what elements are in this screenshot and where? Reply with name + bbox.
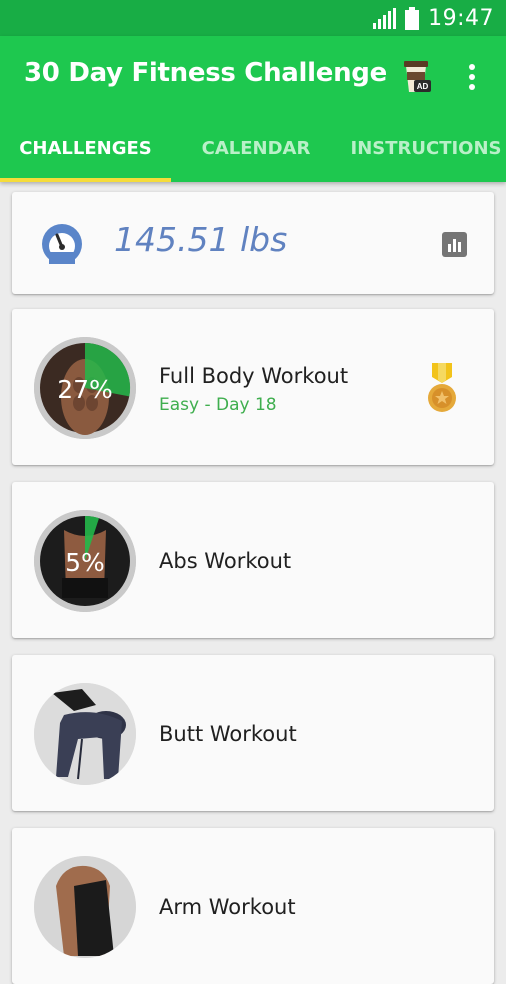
workout-thumbnail [34, 683, 136, 785]
workout-card-abs[interactable]: 5% Abs Workout [12, 482, 494, 638]
tab-challenges[interactable]: CHALLENGES [0, 128, 171, 182]
workout-thumbnail: 27% [34, 337, 136, 439]
gold-medal-icon [428, 363, 456, 412]
app-title: 30 Day Fitness Challenge [24, 58, 387, 88]
status-icons: 19:47 [372, 6, 494, 31]
workout-name: Arm Workout [159, 895, 296, 919]
more-vert-icon[interactable] [460, 62, 484, 92]
progress-ring: 5% [34, 510, 136, 612]
ad-coffee-icon[interactable]: AD [401, 58, 431, 94]
status-time: 19:47 [428, 6, 494, 31]
workout-name: Abs Workout [159, 549, 292, 573]
app-bar: 30 Day Fitness Challenge AD CHALLENGES C… [0, 36, 506, 182]
progress-ring: 27% [34, 337, 136, 439]
signal-icon [373, 7, 397, 29]
workout-photo [34, 856, 136, 958]
battery-icon [405, 6, 420, 30]
tab-indicator [0, 178, 171, 182]
workout-photo [34, 683, 136, 785]
workout-card-butt[interactable]: Butt Workout [12, 655, 494, 811]
progress-label: 27% [57, 375, 113, 404]
ad-badge-text: AD [417, 82, 429, 91]
workout-card-arm[interactable]: Arm Workout [12, 828, 494, 984]
workout-name: Full Body Workout [159, 364, 349, 388]
status-bar: 19:47 [0, 0, 506, 36]
weight-card[interactable]: 145.51 lbs [12, 192, 494, 294]
speedometer-icon [42, 224, 82, 264]
workout-card-full-body[interactable]: 27% Full Body Workout Easy - Day 18 [12, 309, 494, 465]
workout-subtitle: Easy - Day 18 [159, 395, 277, 415]
workout-name: Butt Workout [159, 722, 297, 746]
workout-thumbnail: 5% [34, 510, 136, 612]
tab-instructions[interactable]: INSTRUCTIONS [341, 128, 506, 182]
progress-label: 5% [65, 548, 105, 577]
tab-calendar[interactable]: CALENDAR [171, 128, 341, 182]
bar-chart-icon[interactable] [442, 232, 467, 257]
workout-thumbnail [34, 856, 136, 958]
tab-bar: CHALLENGES CALENDAR INSTRUCTIONS [0, 128, 506, 182]
weight-value: 145.51 lbs [114, 220, 288, 259]
